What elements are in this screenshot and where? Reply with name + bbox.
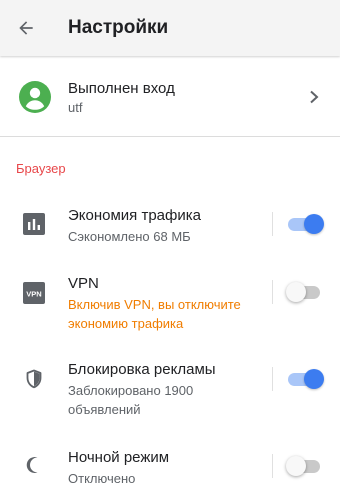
setting-row-night-mode[interactable]: Ночной режим Отключено xyxy=(0,443,340,493)
account-subtitle: utf xyxy=(68,100,83,115)
setting-row-vpn[interactable]: VPN VPN Включив VPN, вы отключите эконом… xyxy=(0,270,340,336)
chevron-right-icon xyxy=(310,90,319,104)
setting-title: Экономия трафика xyxy=(68,207,201,224)
back-button[interactable] xyxy=(10,12,42,44)
separator xyxy=(272,454,273,478)
setting-title: Ночной режим xyxy=(68,449,170,466)
setting-title: VPN xyxy=(68,275,99,292)
account-title: Выполнен вход xyxy=(68,80,175,97)
separator xyxy=(272,367,273,391)
setting-title: Блокировка рекламы xyxy=(68,361,216,378)
app-bar: Настройки xyxy=(0,0,340,56)
account-row[interactable]: Выполнен вход utf xyxy=(0,64,340,130)
moon-icon xyxy=(22,453,46,477)
divider xyxy=(0,136,340,137)
vpn-warning-text: Включив VPN, вы отключите экономию трафи… xyxy=(68,297,241,331)
night-mode-toggle[interactable] xyxy=(286,455,324,477)
data-saver-toggle[interactable] xyxy=(286,213,324,235)
svg-text:VPN: VPN xyxy=(26,290,41,299)
account-circle-icon xyxy=(19,81,51,113)
setting-subtitle: Отключено xyxy=(68,471,136,486)
arrow-left-icon xyxy=(19,21,33,35)
separator xyxy=(272,280,273,304)
shield-icon xyxy=(22,367,46,391)
page-title: Настройки xyxy=(68,17,169,38)
vpn-toggle[interactable] xyxy=(286,281,324,303)
setting-row-data-saver[interactable]: Экономия трафика Сэкономлено 68 МБ xyxy=(0,200,340,252)
section-header-browser: Браузер xyxy=(16,161,66,176)
separator xyxy=(272,212,273,236)
data-saver-icon xyxy=(22,212,46,236)
ad-blocking-toggle[interactable] xyxy=(286,368,324,390)
setting-subtitle: Сэкономлено 68 МБ xyxy=(68,229,191,244)
setting-subtitle: Заблокировано 1900 объявлений xyxy=(68,383,194,417)
setting-row-ad-blocking[interactable]: Блокировка рекламы Заблокировано 1900 об… xyxy=(0,355,340,421)
vpn-icon: VPN xyxy=(22,281,46,305)
